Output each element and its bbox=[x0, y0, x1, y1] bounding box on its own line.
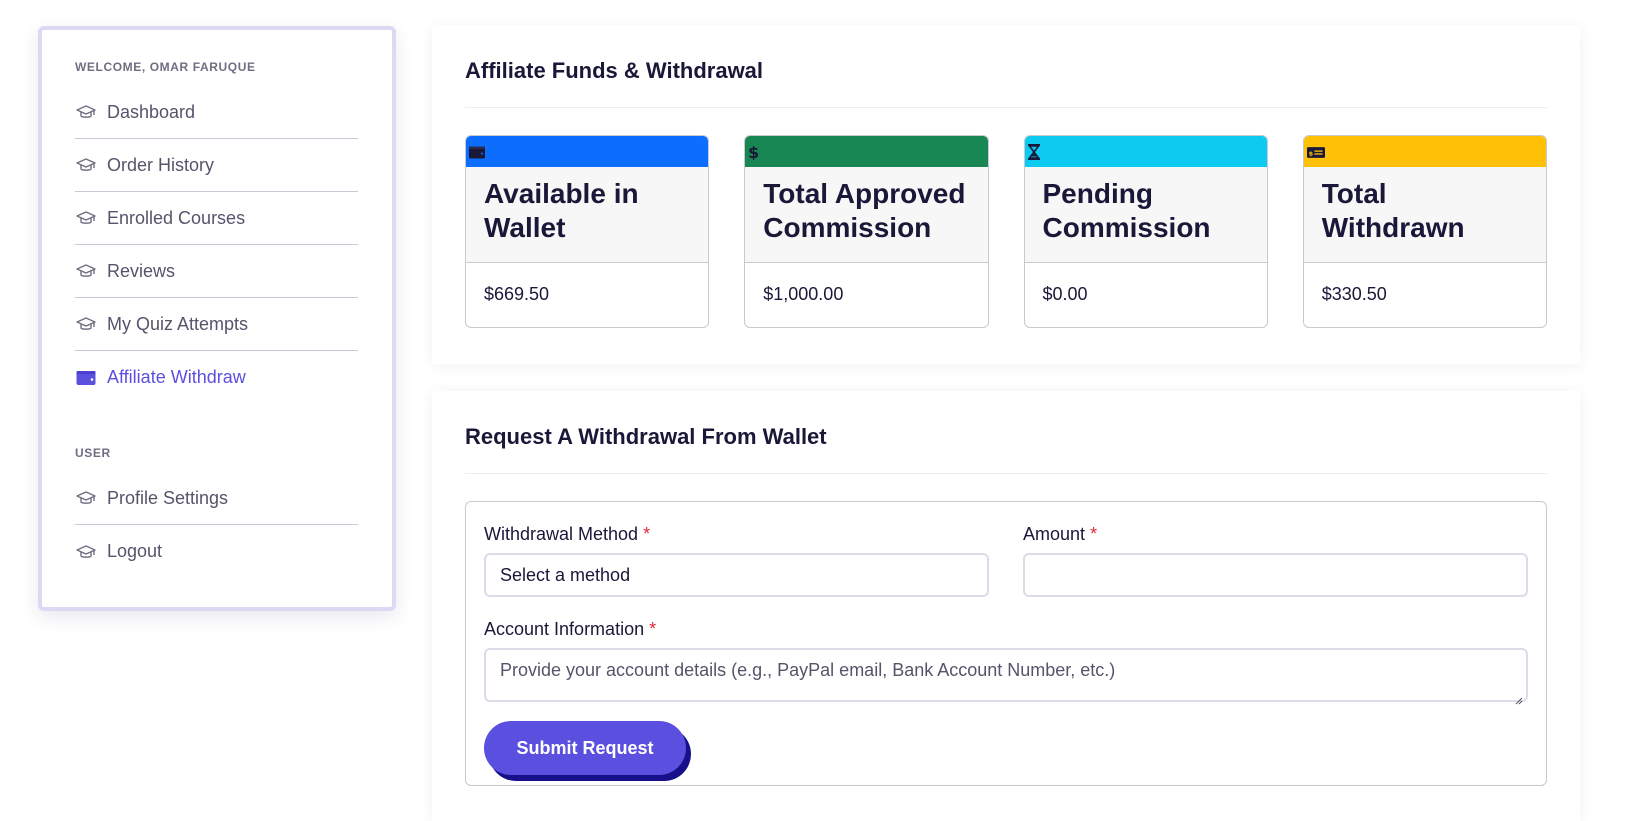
stat-card-title: Available in Wallet bbox=[466, 167, 709, 263]
request-title: Request A Withdrawal From Wallet bbox=[465, 391, 1547, 474]
welcome-label: WELCOME, OMAR FARUQUE bbox=[75, 60, 256, 74]
dollar-icon: $ bbox=[748, 144, 766, 160]
stat-card-value: $330.50 bbox=[1321, 284, 1387, 304]
money-check-icon: $ bbox=[1306, 144, 1325, 160]
graduation-cap-icon bbox=[75, 489, 97, 507]
stat-card-color-bar bbox=[1024, 136, 1267, 167]
account-information-label: Account Information * bbox=[484, 618, 1528, 640]
sidebar-item-quiz-attempts[interactable]: My Quiz Attempts bbox=[75, 298, 358, 351]
withdrawal-form: Withdrawal Method * Select a method Amou… bbox=[465, 501, 1547, 786]
sidebar-item-logout[interactable]: Logout bbox=[75, 525, 358, 578]
sidebar-item-label: Dashboard bbox=[107, 101, 196, 122]
sidebar-item-reviews[interactable]: Reviews bbox=[75, 245, 358, 298]
amount-label-text: Amount bbox=[1023, 524, 1086, 544]
stat-card-color-bar bbox=[466, 136, 709, 167]
graduation-cap-icon bbox=[75, 156, 97, 174]
graduation-cap-icon bbox=[75, 543, 97, 561]
stat-card-available-wallet: Available in Wallet $669.50 bbox=[465, 135, 710, 328]
resize-handle-icon[interactable] bbox=[1515, 689, 1523, 705]
svg-text:$: $ bbox=[1308, 149, 1313, 157]
sidebar-item-label: Enrolled Courses bbox=[107, 207, 246, 228]
graduation-cap-icon bbox=[75, 262, 97, 280]
sidebar-item-order-history[interactable]: Order History bbox=[75, 139, 358, 192]
wallet-icon bbox=[75, 369, 97, 387]
sidebar-item-profile-settings[interactable]: Profile Settings bbox=[75, 472, 358, 525]
graduation-cap-icon bbox=[75, 315, 97, 333]
sidebar-item-dashboard[interactable]: Dashboard bbox=[75, 86, 358, 139]
account-information-placeholder: Provide your account details (e.g., PayP… bbox=[500, 660, 1116, 680]
stat-card-title: Pending Commission bbox=[1024, 167, 1267, 263]
withdrawal-method-value: Select a method bbox=[500, 564, 631, 585]
sidebar-item-label: Affiliate Withdraw bbox=[107, 367, 246, 387]
sidebar-item-label: Profile Settings bbox=[107, 487, 229, 508]
graduation-cap-icon bbox=[75, 209, 97, 227]
sidebar-item-label: Order History bbox=[107, 154, 215, 175]
svg-text:$: $ bbox=[748, 144, 759, 160]
withdrawal-method-select[interactable]: Select a method bbox=[484, 553, 989, 597]
required-mark: * bbox=[643, 524, 651, 544]
submit-request-button[interactable]: Submit Request bbox=[484, 721, 686, 775]
amount-label: Amount * bbox=[1023, 523, 1528, 545]
funds-title: Affiliate Funds & Withdrawal bbox=[465, 25, 1547, 108]
stat-card-color-bar: $ bbox=[1303, 136, 1546, 167]
sidebar-item-label: My Quiz Attempts bbox=[107, 313, 249, 334]
account-information-label-text: Account Information bbox=[484, 619, 645, 639]
amount-input[interactable] bbox=[1023, 553, 1528, 597]
sidebar-item-label: Logout bbox=[107, 541, 163, 561]
required-mark: * bbox=[649, 619, 657, 639]
withdrawal-method-label-text: Withdrawal Method bbox=[484, 524, 639, 544]
withdrawal-request-panel: Request A Withdrawal From Wallet Withdra… bbox=[432, 391, 1580, 821]
required-mark: * bbox=[1090, 524, 1098, 544]
stat-card-value: $1,000.00 bbox=[763, 284, 844, 304]
stat-card-value: $669.50 bbox=[484, 284, 550, 304]
hourglass-icon bbox=[1027, 144, 1046, 160]
sidebar-item-affiliate-withdraw[interactable]: Affiliate Withdraw bbox=[75, 351, 358, 404]
stat-card-color-bar: $ bbox=[745, 136, 988, 167]
dashboard-sidebar: WELCOME, OMAR FARUQUE Dashboard Order Hi… bbox=[38, 26, 396, 611]
stat-card-total-withdrawn: $ Total Withdrawn $330.50 bbox=[1302, 135, 1547, 328]
account-information-textarea[interactable]: Provide your account details (e.g., PayP… bbox=[484, 648, 1528, 705]
wallet-icon bbox=[469, 144, 487, 160]
stat-cards: Available in Wallet $669.50 $ Total Appr… bbox=[465, 135, 1547, 328]
affiliate-funds-panel: Affiliate Funds & Withdrawal Available i… bbox=[432, 25, 1580, 364]
stat-card-value: $0.00 bbox=[1042, 284, 1088, 304]
graduation-cap-icon bbox=[75, 103, 97, 121]
stat-card-title: Total Withdrawn bbox=[1303, 167, 1546, 263]
stat-card-approved-commission: $ Total Approved Commission $1,000.00 bbox=[744, 135, 989, 328]
user-section-label: USER bbox=[75, 446, 111, 460]
withdrawal-method-label: Withdrawal Method * bbox=[484, 523, 989, 545]
sidebar-item-label: Reviews bbox=[107, 260, 176, 281]
submit-request-wrapper: Submit Request bbox=[484, 721, 694, 781]
stat-card-pending-commission: Pending Commission $0.00 bbox=[1023, 135, 1268, 328]
sidebar-item-enrolled-courses[interactable]: Enrolled Courses bbox=[75, 192, 358, 245]
stat-card-title: Total Approved Commission bbox=[745, 167, 988, 263]
